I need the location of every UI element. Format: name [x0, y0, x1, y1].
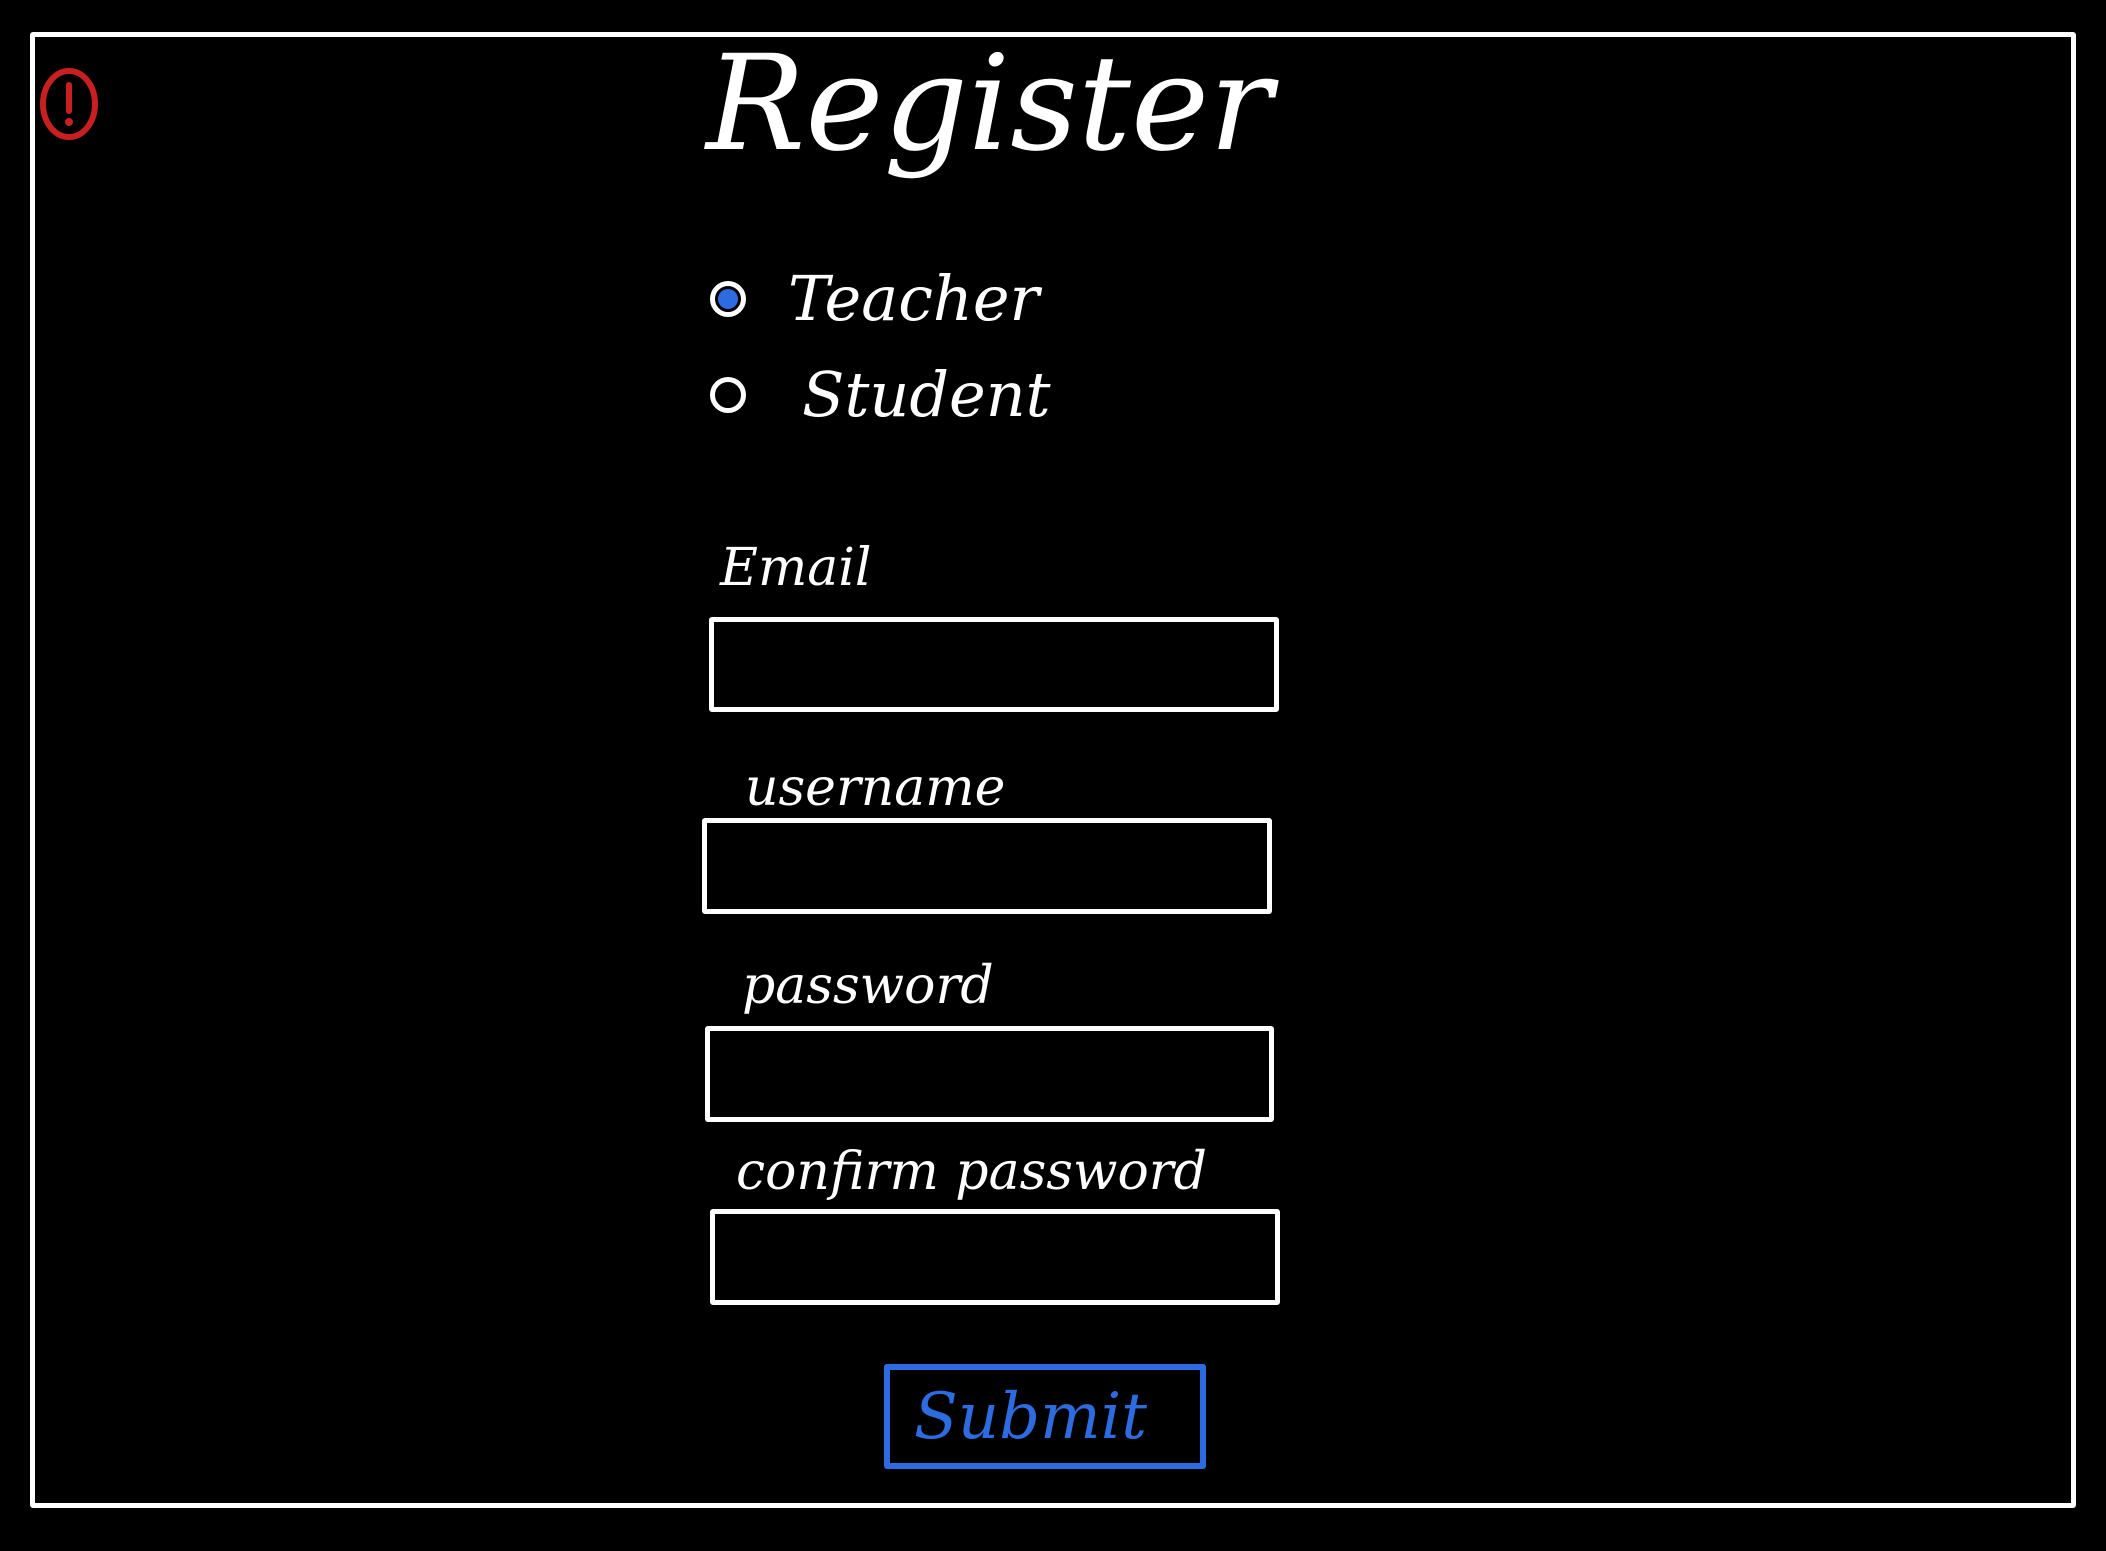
radio-button-teacher[interactable] — [710, 281, 746, 317]
radio-button-student[interactable] — [710, 377, 746, 413]
radio-selected-dot — [718, 289, 738, 309]
username-label: username — [745, 758, 1006, 818]
password-label: password — [742, 956, 994, 1016]
role-option-teacher[interactable]: Teacher — [710, 268, 1039, 330]
radio-label-teacher: Teacher — [788, 262, 1040, 335]
radio-label-student: Student — [802, 358, 1051, 431]
email-field[interactable] — [709, 617, 1279, 712]
confirm-password-label: confirm password — [736, 1142, 1207, 1202]
alert-circle-icon[interactable] — [37, 65, 103, 143]
submit-button[interactable]: Submit — [884, 1364, 1206, 1469]
role-option-student[interactable]: Student — [710, 364, 1051, 426]
confirm-password-field[interactable] — [710, 1209, 1280, 1305]
password-field[interactable] — [705, 1026, 1274, 1122]
page-title: Register — [706, 27, 1273, 181]
email-label: Email — [720, 538, 872, 598]
username-field[interactable] — [702, 818, 1272, 914]
